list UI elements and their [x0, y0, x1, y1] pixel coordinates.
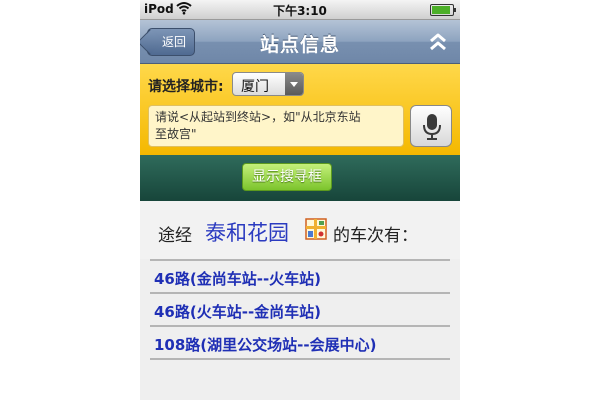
voice-query-input[interactable]: 请说<从起站到终站>，如"从北京东站 至故宫": [148, 105, 404, 147]
phone-screen: iPod 下午3:10 返回 站点信息 请选择城市: 厦门 请说<从起站到终站>…: [140, 0, 460, 400]
route-item[interactable]: 46路(火车站--金尚车站): [150, 292, 450, 325]
result-prefix: 途经: [158, 226, 192, 246]
route-link[interactable]: 46路(火车站--金尚车站): [154, 301, 321, 322]
station-name[interactable]: 泰和花园: [205, 217, 289, 247]
show-search-box-button[interactable]: 显示搜寻框: [242, 163, 332, 191]
back-button-label: 返回: [162, 35, 187, 49]
clock: 下午3:10: [273, 4, 327, 18]
microphone-icon: [423, 114, 441, 140]
battery-icon: [430, 4, 456, 16]
page-title: 站点信息: [259, 34, 340, 56]
microphone-button[interactable]: [410, 105, 452, 147]
map-icon[interactable]: [305, 218, 327, 240]
route-link[interactable]: 108路(湖里公交场站--会展中心): [154, 334, 376, 355]
dropdown-arrow-icon: [285, 73, 303, 95]
route-list: 46路(金尚车站--火车站) 46路(火车站--金尚车站) 108路(湖里公交场…: [140, 259, 460, 391]
city-label: 请选择城市:: [148, 79, 224, 95]
route-item[interactable]: 46路(金尚车站--火车站): [150, 259, 450, 292]
result-suffix: 的车次有：: [333, 226, 418, 246]
result-header: 途经 泰和花园 的车次有：: [140, 201, 460, 259]
search-panel: 请选择城市: 厦门 请说<从起站到终站>，如"从北京东站 至故宫": [140, 64, 460, 155]
city-select[interactable]: 厦门: [232, 72, 304, 96]
nav-bar: 返回 站点信息: [140, 20, 460, 64]
voice-hint-line2: 至故宫": [155, 127, 197, 141]
status-bar: iPod 下午3:10: [140, 0, 460, 20]
route-item[interactable]: 108路(湖里公交场站--会展中心): [150, 325, 450, 358]
city-select-value: 厦门: [241, 79, 269, 95]
route-divider: [150, 358, 450, 391]
voice-hint-line1: 请说<从起站到终站>，如"从北京东站: [155, 110, 361, 124]
search-toggle-band: 显示搜寻框: [140, 155, 460, 201]
collapse-chevron-icon[interactable]: [426, 30, 450, 54]
route-link[interactable]: 46路(金尚车站--火车站): [154, 268, 321, 289]
